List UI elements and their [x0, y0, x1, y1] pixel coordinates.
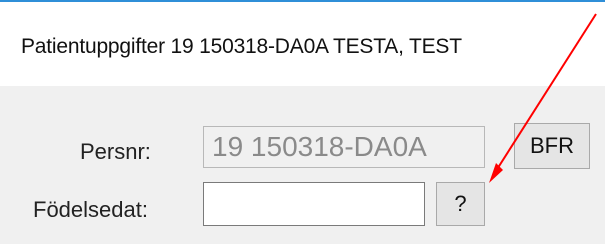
bfr-button[interactable]: BFR [514, 123, 590, 169]
help-button[interactable]: ? [436, 182, 485, 226]
persnr-field: 19 150318-DA0A [203, 126, 485, 168]
persnr-label: Persnr: [80, 139, 151, 164]
fodelsedat-label: Födelsedat: [33, 197, 148, 222]
fodelsedat-field[interactable] [203, 182, 425, 226]
window-title: Patientuppgifter 19 150318-DA0A TESTA, T… [21, 35, 462, 58]
title-bar: Patientuppgifter 19 150318-DA0A TESTA, T… [0, 2, 605, 86]
form-panel: Persnr: 19 150318-DA0A BFR Födelsedat: ? [0, 86, 605, 244]
